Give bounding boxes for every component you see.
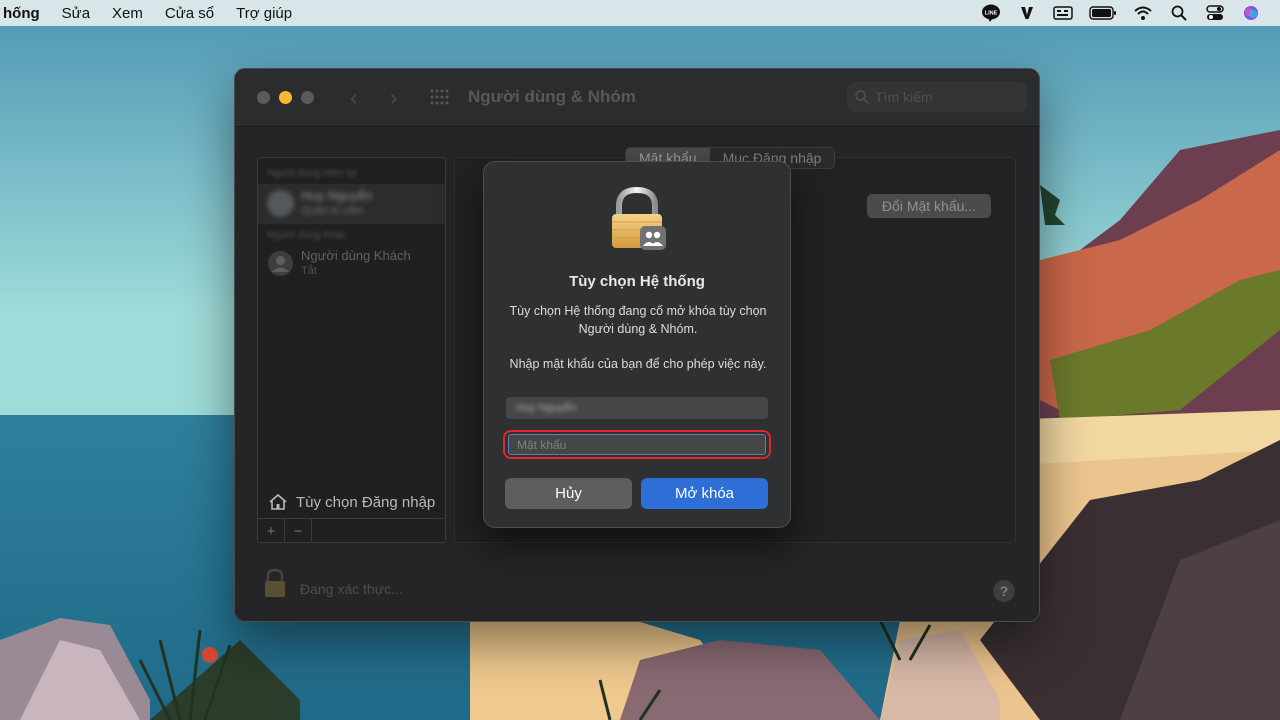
window-title: Người dùng & Nhóm — [468, 87, 636, 106]
forward-chevron-icon[interactable]: › — [390, 85, 397, 111]
lock-icon[interactable] — [263, 568, 287, 598]
show-all-grid-icon[interactable] — [430, 89, 450, 105]
login-options-item[interactable]: Tùy chọn Đăng nhập — [268, 493, 435, 511]
username-field[interactable]: Huy Nguyễn — [506, 397, 768, 419]
password-field[interactable] — [508, 434, 766, 455]
help-button[interactable]: ? — [993, 580, 1015, 602]
svg-text:LINE: LINE — [985, 11, 998, 17]
guest-user-status: Tắt — [301, 265, 317, 277]
search-placeholder: Tìm kiếm — [875, 89, 933, 105]
authentication-dialog: Tùy chọn Hệ thống Tùy chọn Hệ thống đang… — [483, 161, 791, 528]
username-value: Huy Nguyễn — [516, 402, 577, 414]
sidebar-item-guest-user[interactable]: Người dùng Khách Tắt — [258, 244, 445, 284]
line-icon[interactable]: LINE — [980, 4, 1002, 22]
search-icon[interactable] — [1168, 4, 1190, 22]
menu-bar: hống Sửa Xem Cửa sổ Trợ giúp LINE — [0, 0, 1280, 26]
users-sidebar: Người dùng Hiện tại Huy Nguyễn Quản trị … — [257, 157, 446, 543]
close-button[interactable] — [257, 91, 270, 104]
control-center-icon[interactable] — [1204, 4, 1226, 22]
guest-user-name: Người dùng Khách — [301, 248, 411, 263]
back-chevron-icon[interactable]: ‹ — [350, 85, 357, 111]
minimize-button[interactable] — [279, 91, 292, 104]
guest-user-icon — [268, 251, 293, 276]
zoom-button[interactable] — [301, 91, 314, 104]
unlock-button[interactable]: Mở khóa — [641, 478, 768, 509]
search-icon — [855, 90, 869, 104]
keyboard-input-icon[interactable] — [1052, 4, 1074, 22]
menu-edit[interactable]: Sửa — [51, 5, 101, 22]
menu-help[interactable]: Trợ giúp — [225, 5, 303, 22]
other-users-header: Người dùng Khác — [267, 230, 346, 241]
dialog-message: Tùy chọn Hệ thống đang cố mở khóa tùy ch… — [509, 304, 767, 336]
avatar — [267, 190, 294, 217]
dialog-title: Tùy chọn Hệ thống — [569, 273, 705, 290]
sidebar-item-current-user[interactable]: Huy Nguyễn Quản trị viên — [258, 184, 445, 224]
auth-status-text: Đang xác thực... — [300, 581, 403, 597]
menu-window[interactable]: Cửa sổ — [154, 5, 225, 22]
menu-view[interactable]: Xem — [101, 5, 154, 22]
lock-users-icon — [612, 186, 666, 250]
login-options-label: Tùy chọn Đăng nhập — [296, 493, 436, 511]
current-users-header: Người dùng Hiện tại — [267, 168, 357, 179]
current-user-role: Quản trị viên — [301, 205, 364, 217]
dialog-instruction: Nhập mật khẩu của bạn để cho phép việc n… — [509, 357, 767, 371]
cancel-button[interactable]: Hủy — [505, 478, 632, 509]
add-remove-bar: + − — [258, 518, 445, 543]
remove-user-button[interactable]: − — [285, 519, 312, 543]
wifi-icon[interactable] — [1132, 4, 1154, 22]
search-field[interactable]: Tìm kiếm — [847, 82, 1027, 112]
title-bar: ‹ › Người dùng & Nhóm Tìm kiếm — [235, 69, 1039, 127]
v-icon[interactable] — [1016, 4, 1038, 22]
siri-icon[interactable] — [1240, 4, 1262, 22]
add-user-button[interactable]: + — [258, 519, 285, 543]
battery-icon[interactable] — [1088, 4, 1118, 22]
menu-app-name[interactable]: hống — [0, 5, 51, 22]
change-password-button[interactable]: Đổi Mật khẩu... — [867, 194, 991, 218]
house-icon — [269, 493, 287, 510]
current-user-name: Huy Nguyễn — [301, 188, 373, 203]
